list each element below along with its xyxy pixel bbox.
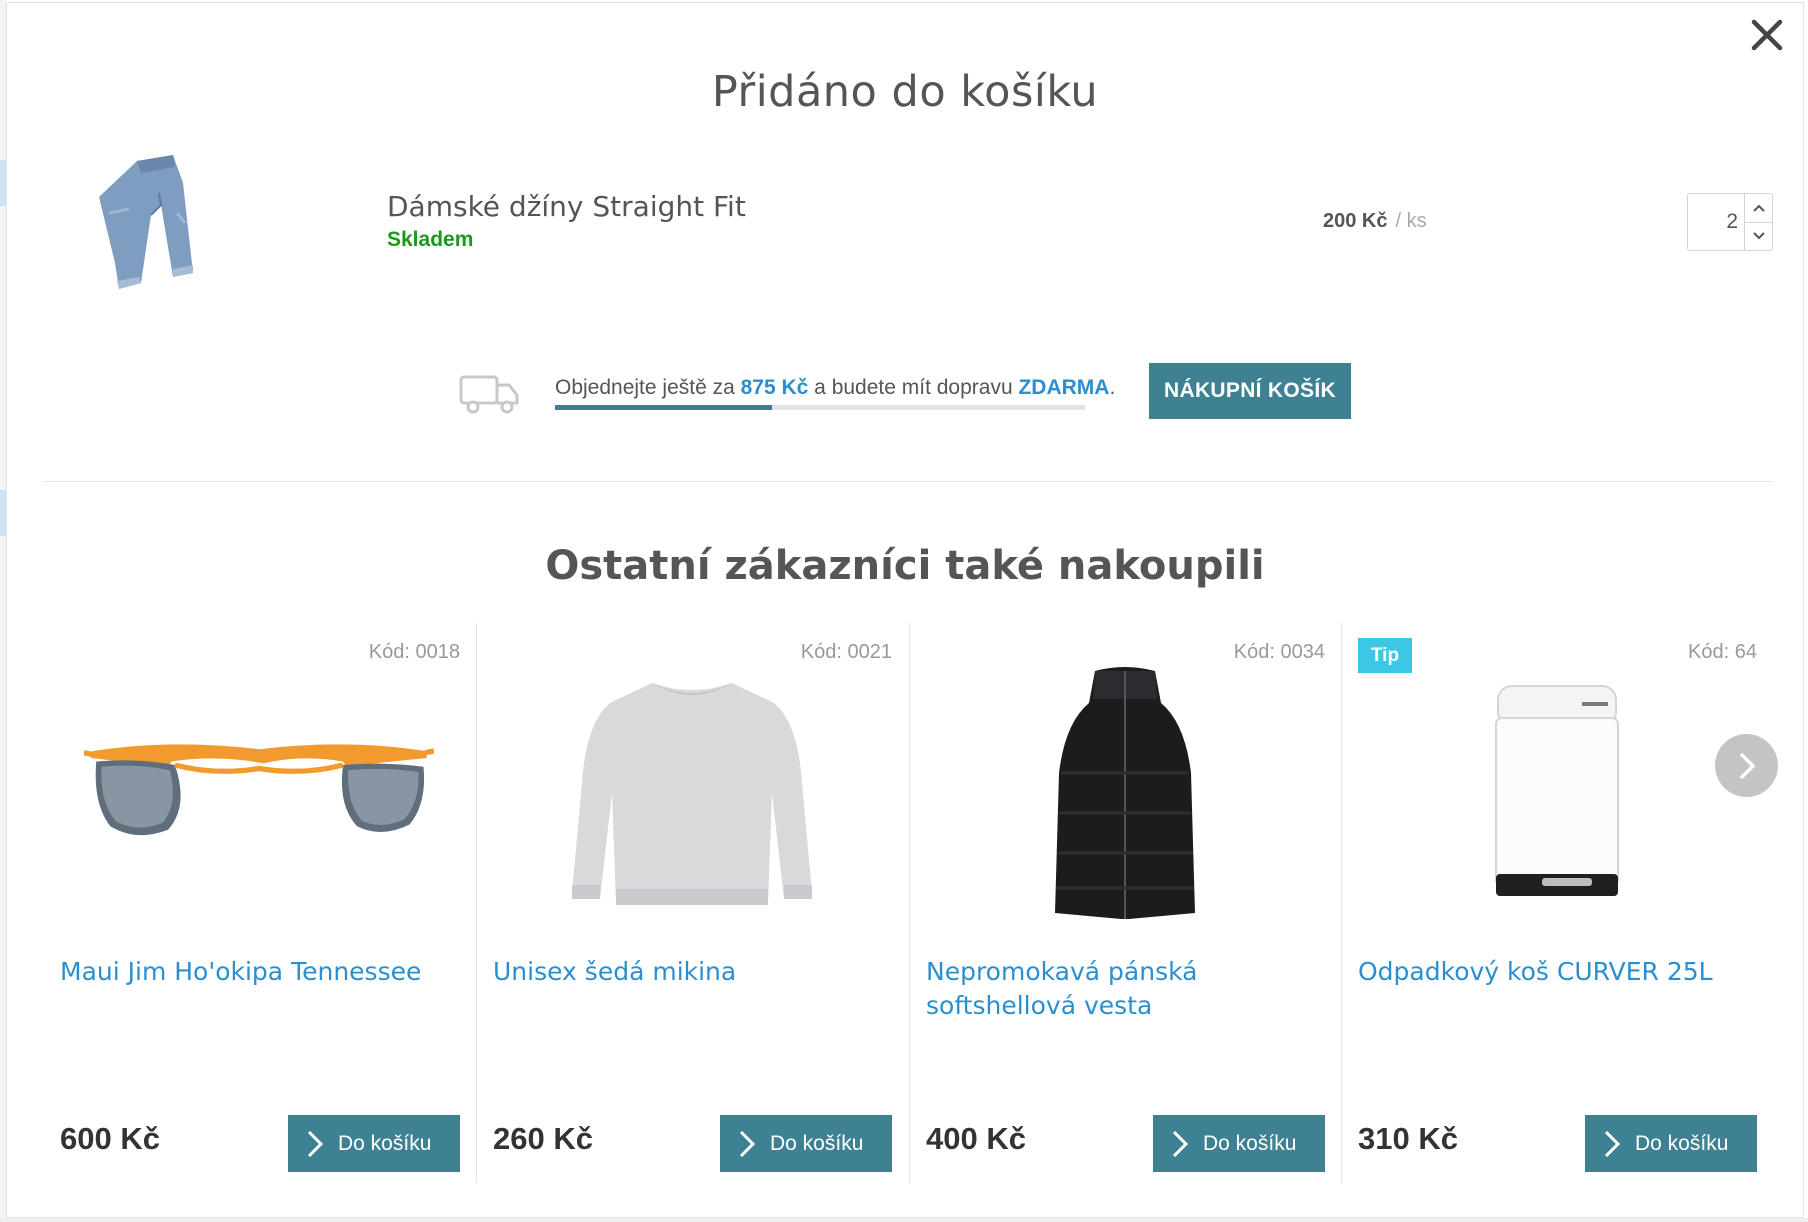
background-page-bottom [0, 1218, 1808, 1222]
quantity-arrows [1744, 194, 1772, 250]
shipping-text-before: Objednejte ještě za [555, 376, 741, 399]
product-name-link[interactable]: Odpadkový koš CURVER 25L [1358, 955, 1758, 989]
vest-image[interactable] [950, 663, 1300, 923]
sunglasses-image[interactable] [84, 663, 434, 923]
product-name-link[interactable]: Maui Jim Ho'okipa Tennessee [60, 955, 460, 989]
unit-price: 200 Kč [1323, 210, 1388, 232]
chevron-up-icon [1752, 204, 1765, 212]
product-code: Kód: 0021 [800, 641, 892, 663]
modal-title: Přidáno do košíku [711, 67, 1099, 117]
shipping-remaining-amount: 875 Kč [740, 376, 809, 399]
product-price: 310 Kč [1358, 1121, 1458, 1156]
add-to-cart-button[interactable]: Do košíku [720, 1115, 892, 1172]
free-shipping-message: Objednejte ještě za 875 Kč a budete mít … [555, 376, 1115, 400]
chevron-right-icon [739, 1130, 756, 1157]
carousel-next-button[interactable] [1715, 734, 1778, 797]
product-card: Kód: 0021 Unisex šedá mikina 260 Kč Do k… [476, 623, 908, 1183]
jeans-image [89, 153, 209, 293]
quantity-increase-button[interactable] [1745, 194, 1772, 222]
chevron-right-icon [307, 1130, 324, 1157]
truck-icon [459, 375, 519, 414]
added-product-name[interactable]: Dámské džíny Straight Fit [387, 190, 746, 223]
product-code: Kód: 0034 [1233, 641, 1325, 663]
add-to-cart-modal: Přidáno do košíku Dámské džíny Straight … [6, 2, 1804, 1218]
product-name-link[interactable]: Unisex šedá mikina [493, 955, 893, 989]
product-code: Kód: 0018 [368, 641, 460, 663]
free-shipping-progress-fill [555, 405, 773, 410]
shopping-cart-button[interactable]: NÁKUPNÍ KOŠÍK [1149, 363, 1351, 419]
shipping-text-middle: a budete mít dopravu [808, 376, 1019, 399]
close-button[interactable] [1745, 13, 1789, 57]
price-unit: / ks [1395, 210, 1427, 232]
product-price: 600 Kč [60, 1121, 160, 1156]
added-product-price: 200 Kč / ks [1323, 210, 1427, 233]
free-shipping-progress-bar [555, 405, 1085, 410]
shipping-text-end: . [1109, 376, 1116, 399]
recommendations-title: Ostatní zákazníci také nakoupili [545, 543, 1265, 589]
add-to-cart-label: Do košíku [338, 1131, 432, 1155]
chevron-right-icon [1604, 1130, 1621, 1157]
product-card: Tip Kód: 64 Odpadkový koš CURVER 25L 310… [1341, 623, 1773, 1183]
trash-bin-image[interactable] [1382, 663, 1732, 923]
sweatshirt-image[interactable] [517, 663, 867, 923]
add-to-cart-button[interactable]: Do košíku [1153, 1115, 1325, 1172]
product-card: Kód: 0034 Nepromokavá pánská softshellov… [909, 623, 1341, 1183]
quantity-stepper[interactable]: 2 [1687, 193, 1773, 251]
free-shipping-label: ZDARMA [1018, 376, 1110, 399]
add-to-cart-label: Do košíku [1203, 1131, 1297, 1155]
add-to-cart-label: Do košíku [1635, 1131, 1729, 1155]
chevron-right-icon [1172, 1130, 1189, 1157]
quantity-decrease-button[interactable] [1745, 221, 1772, 251]
section-divider [44, 481, 1772, 482]
product-name-link[interactable]: Nepromokavá pánská softshellová vesta [926, 955, 1326, 1023]
quantity-input[interactable]: 2 [1688, 194, 1744, 250]
stock-status: Skladem [387, 228, 474, 251]
close-icon [1751, 19, 1783, 51]
product-card: Kód: 0018 Maui Jim Ho'okipa Tennessee 60… [44, 623, 476, 1183]
product-code: Kód: 64 [1688, 641, 1757, 663]
product-price: 400 Kč [926, 1121, 1026, 1156]
chevron-right-icon [1739, 752, 1755, 779]
chevron-down-icon [1752, 232, 1765, 240]
add-to-cart-button[interactable]: Do košíku [1585, 1115, 1757, 1172]
add-to-cart-label: Do košíku [770, 1131, 864, 1155]
product-price: 260 Kč [493, 1121, 593, 1156]
add-to-cart-button[interactable]: Do košíku [288, 1115, 460, 1172]
